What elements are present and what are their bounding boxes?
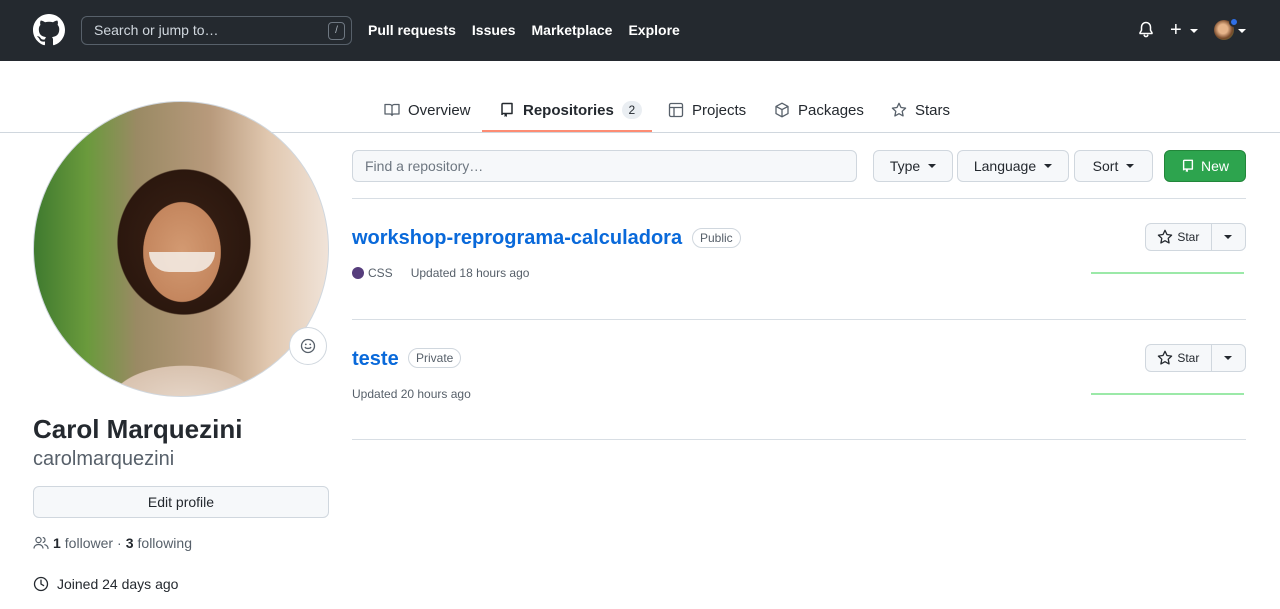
tab-overview-label: Overview [408,101,471,119]
create-caret-icon[interactable] [1190,29,1198,33]
followers-link[interactable]: 1 follower [53,535,113,551]
tab-stars[interactable]: Stars [891,100,950,120]
followers-summary: 1 follower · 3 following [33,535,192,551]
smiley-icon [300,338,316,354]
github-logo-icon[interactable] [33,14,65,46]
new-repository-button[interactable]: New [1164,150,1246,182]
header-nav: Pull requests Issues Marketplace Explore [368,20,696,40]
people-icon [33,536,49,550]
nav-explore[interactable]: Explore [628,20,679,40]
following-count: 3 [125,535,134,551]
global-search-input[interactable]: Search or jump to… / [81,16,352,45]
star-label: Star [1177,351,1200,365]
tab-projects[interactable]: Projects [668,100,746,120]
repo-updated: Updated 20 hours ago [352,387,471,401]
list-divider [352,439,1246,440]
activity-sparkline [1091,272,1244,274]
avatar-caret-icon[interactable] [1238,29,1246,33]
repo-icon [1182,159,1194,173]
chevron-down-icon [1044,164,1053,168]
repo-meta: CSS Updated 18 hours ago [352,266,529,280]
star-icon [1158,350,1173,365]
chevron-down-icon [1224,235,1233,239]
star-button-group: Star [1145,344,1246,372]
status-dot-icon [1229,17,1239,27]
tab-packages[interactable]: Packages [774,100,864,120]
repo-meta: Updated 20 hours ago [352,387,471,401]
type-filter-button[interactable]: Type [873,150,953,182]
followers-count: 1 [53,535,61,551]
star-button-group: Star [1145,223,1246,251]
star-button[interactable]: Star [1146,224,1212,250]
set-status-button[interactable] [289,327,327,365]
nav-pull-requests[interactable]: Pull requests [368,20,456,40]
repo-link[interactable]: workshop-reprograma-calculadora [352,225,682,251]
repo-visibility-badge: Private [408,348,462,368]
sort-filter-label: Sort [1092,158,1119,174]
following-label: following [137,535,192,551]
followers-label: follower [64,535,114,551]
profile-username: carolmarquezini [33,448,175,470]
activity-sparkline [1091,393,1244,395]
repo-visibility-badge: Public [692,228,741,248]
profile-full-name: Carol Marquezini [33,414,243,444]
notifications-bell-icon[interactable] [1138,21,1154,39]
chevron-down-icon [928,164,937,168]
profile-avatar[interactable] [33,101,329,397]
table-icon [668,102,684,118]
star-icon [891,102,907,117]
tab-repositories-label: Repositories [523,101,614,119]
active-tab-underline [482,130,652,132]
star-button[interactable]: Star [1146,345,1212,371]
repo-count-badge: 2 [621,101,642,119]
tab-repositories[interactable]: Repositories 2 [499,100,642,120]
tab-packages-label: Packages [798,101,864,119]
star-lists-dropdown[interactable] [1212,224,1245,250]
package-icon [775,102,789,118]
tab-stars-label: Stars [915,101,951,119]
tab-projects-label: Projects [692,101,747,119]
search-shortcut-key: / [328,22,345,40]
nav-issues[interactable]: Issues [472,20,516,40]
clock-icon [33,576,49,592]
type-filter-label: Type [889,158,921,174]
follow-separator: · [117,535,122,551]
repo-icon [501,102,513,117]
find-repository-input[interactable]: Find a repository… [352,150,857,182]
language-filter-label: Language [973,158,1037,174]
joined-label: Joined 24 days ago [57,576,179,592]
book-icon [384,103,400,117]
chevron-down-icon [1224,356,1233,360]
sort-filter-button[interactable]: Sort [1074,150,1153,182]
list-divider [352,319,1246,320]
avatar-smile [149,252,215,272]
repo-updated: Updated 18 hours ago [410,266,530,280]
following-link[interactable]: 3 following [126,535,192,551]
language-filter-button[interactable]: Language [957,150,1069,182]
star-icon [1158,229,1173,244]
star-label: Star [1177,230,1200,244]
list-divider [352,198,1246,199]
new-button-label: New [1200,158,1229,174]
language-color-dot [352,267,364,279]
tab-overview[interactable]: Overview [384,100,471,120]
search-placeholder: Search or jump to… [94,22,219,38]
create-new-plus-icon[interactable]: + [1170,18,1182,42]
edit-profile-button[interactable]: Edit profile [33,486,329,518]
chevron-down-icon [1126,164,1135,168]
repo-language: CSS [368,266,393,280]
joined-date: Joined 24 days ago [33,576,178,592]
star-lists-dropdown[interactable] [1212,345,1245,371]
repo-link[interactable]: teste [352,346,399,372]
nav-marketplace[interactable]: Marketplace [532,20,613,40]
global-header: Search or jump to… / Pull requests Issue… [0,0,1280,61]
